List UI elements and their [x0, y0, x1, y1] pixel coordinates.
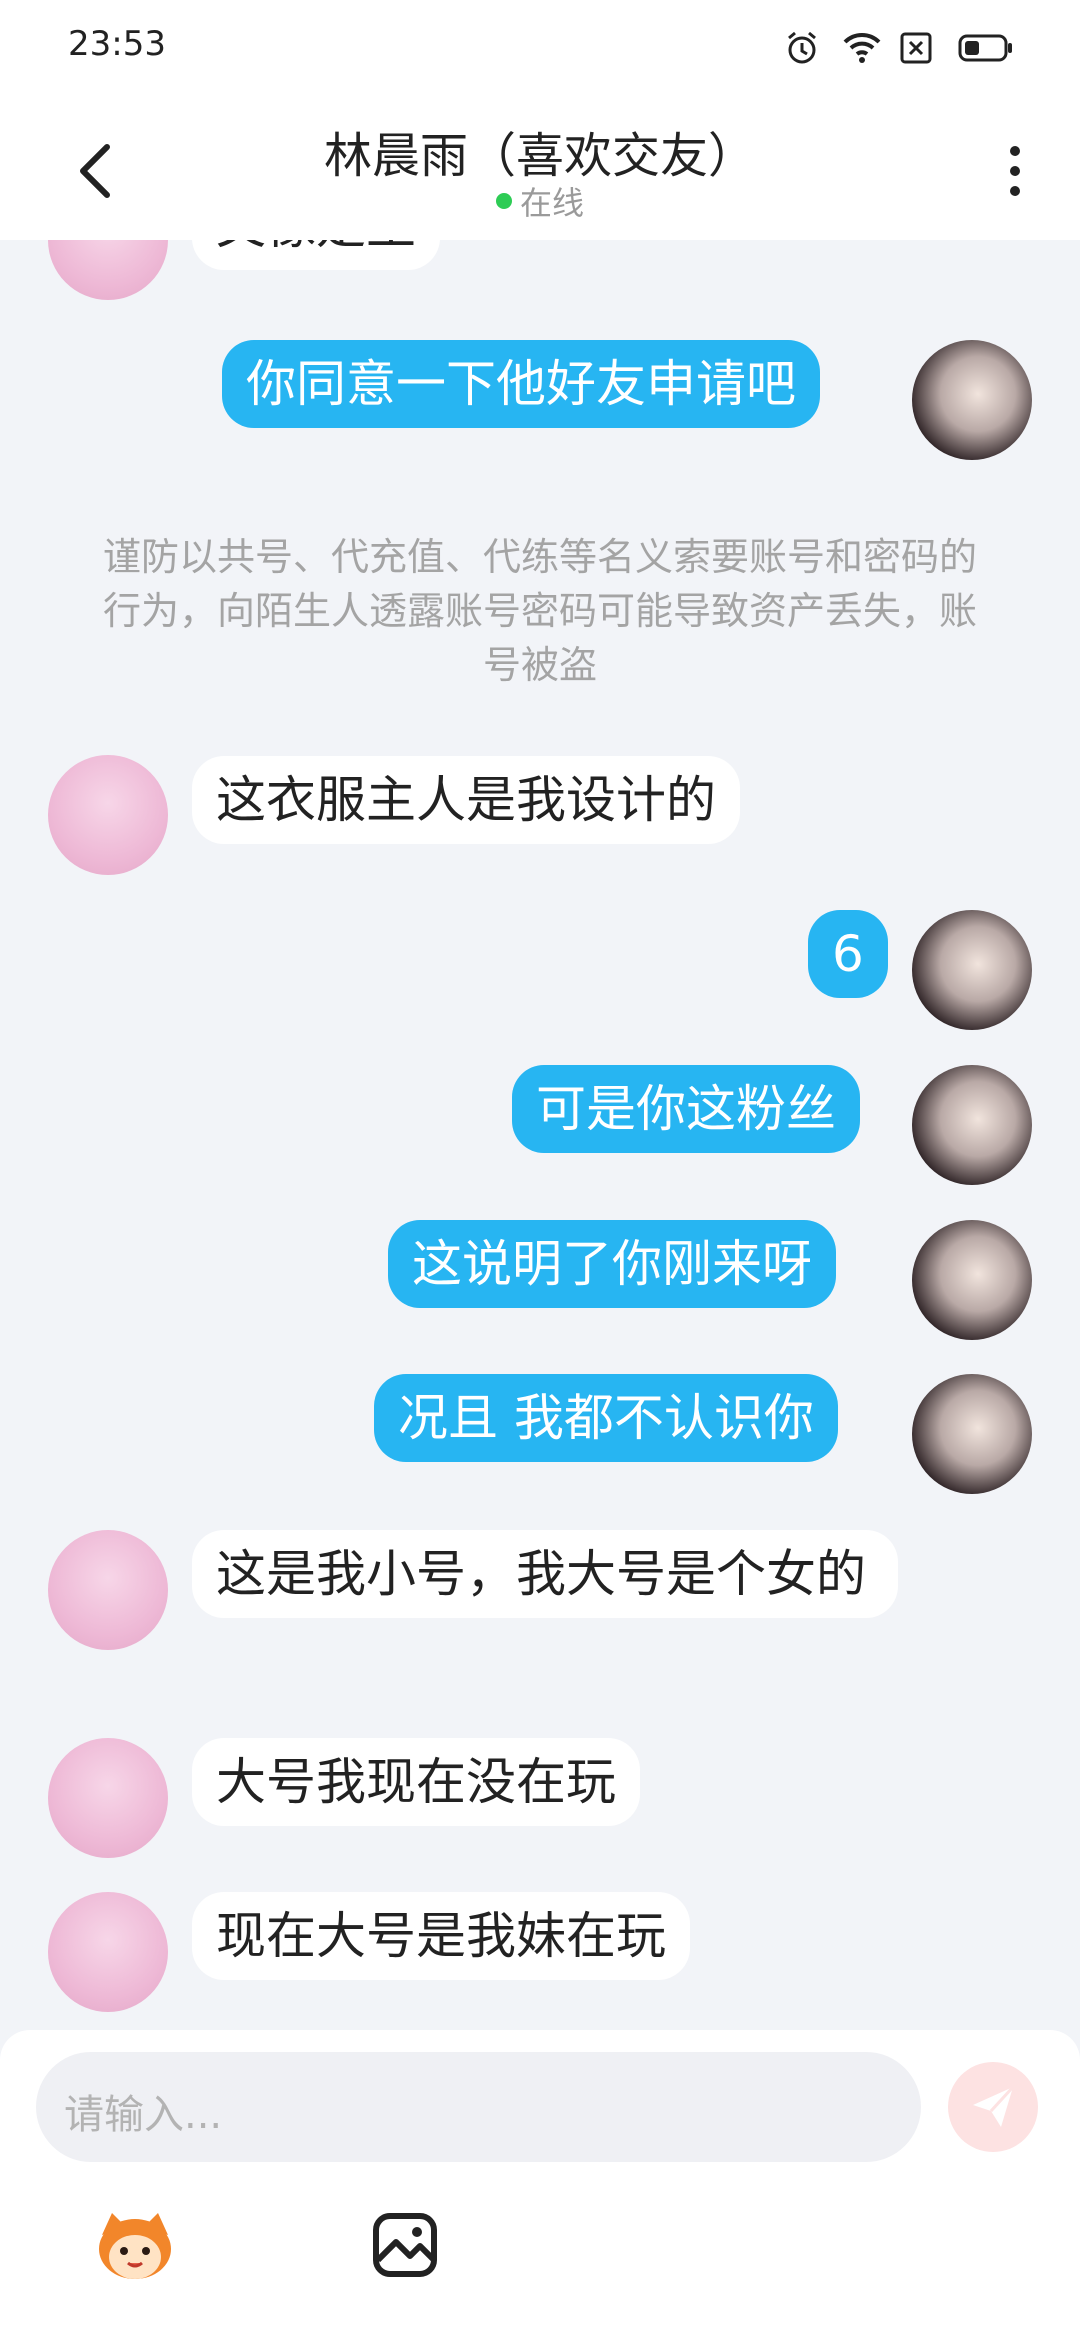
message-list[interactable]: 文像是王 你同意一下他好友申请吧 谨防以共号、代充值、代练等名义索要账号和密码的… — [0, 240, 1080, 2030]
status-icons — [784, 30, 1014, 66]
message-bubble-other: 大号我现在没在玩 — [192, 1738, 640, 1826]
avatar-self[interactable] — [912, 340, 1032, 460]
emoji-button[interactable] — [90, 2200, 180, 2290]
image-button[interactable] — [360, 2200, 450, 2290]
online-status-text: 在线 — [519, 184, 584, 222]
status-bar: 23:53 — [0, 0, 1080, 96]
more-dot — [1010, 186, 1020, 196]
status-time: 23:53 — [68, 24, 166, 64]
avatar-self[interactable] — [912, 910, 1032, 1030]
message-input[interactable]: 请输入... — [36, 2052, 921, 2162]
send-icon — [973, 2085, 1015, 2127]
emoji-mascot-icon — [99, 2213, 171, 2279]
wifi-icon — [842, 30, 881, 66]
message-bubble-self: 这说明了你刚来呀 — [388, 1220, 836, 1308]
message-bubble-self: 6 — [808, 910, 888, 998]
avatar-other[interactable] — [48, 1530, 168, 1650]
online-dot-icon — [495, 193, 512, 209]
composer: 请输入... — [0, 2030, 1080, 2340]
avatar-self[interactable] — [912, 1220, 1032, 1340]
chat-title: 林晨雨（喜欢交友） — [323, 128, 756, 184]
avatar-other[interactable] — [48, 755, 168, 875]
message-bubble-other: 文像是王 — [192, 240, 440, 270]
send-button[interactable] — [948, 2062, 1038, 2152]
more-dot — [1010, 166, 1020, 176]
message-bubble-self: 可是你这粉丝 — [512, 1065, 860, 1153]
message-bubble-other: 这是我小号，我大号是个女的 — [192, 1530, 898, 1618]
avatar-other[interactable] — [48, 1738, 168, 1858]
chat-header: 林晨雨（喜欢交友） 在线 — [0, 96, 1080, 240]
more-vertical-icon — [1010, 146, 1020, 156]
avatar-self[interactable] — [912, 1065, 1032, 1185]
message-bubble-self: 况且 我都不认识你 — [374, 1374, 838, 1462]
avatar-other[interactable] — [48, 240, 168, 300]
security-notice: 谨防以共号、代充值、代练等名义索要账号和密码的行为，向陌生人透露账号密码可能导致… — [102, 535, 977, 687]
more-options-button[interactable] — [990, 136, 1040, 206]
message-bubble-other: 现在大号是我妹在玩 — [192, 1892, 690, 1980]
sim-off-icon — [900, 30, 936, 66]
message-bubble-other: 这衣服主人是我设计的 — [192, 756, 740, 844]
online-status: 在线 — [0, 178, 1080, 224]
battery-icon — [958, 30, 1014, 66]
avatar-self[interactable] — [912, 1374, 1032, 1494]
alarm-icon — [784, 30, 820, 66]
message-bubble-self: 你同意一下他好友申请吧 — [222, 340, 820, 428]
image-icon — [373, 2213, 437, 2277]
avatar-other[interactable] — [48, 1892, 168, 2012]
